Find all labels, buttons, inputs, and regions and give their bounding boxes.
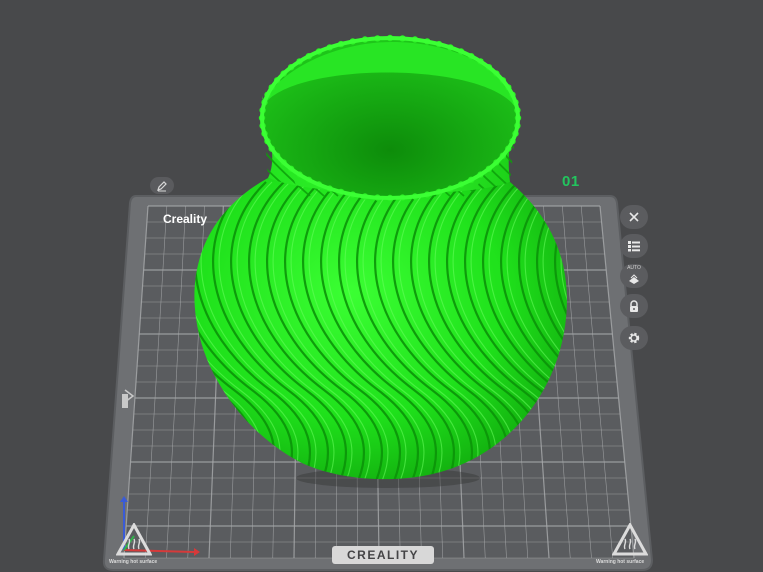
- hot-surface-warning-icon: [115, 521, 153, 556]
- hot-surface-warning-icon: [611, 521, 649, 556]
- warning-text-left: Warning hot surface: [109, 559, 158, 565]
- close-icon: [629, 212, 639, 222]
- object-list-button[interactable]: [620, 234, 648, 258]
- spiral-highlight: [3, 182, 118, 490]
- warning-badge-left: [112, 521, 156, 562]
- lock-button[interactable]: [620, 294, 648, 318]
- lock-icon: [630, 299, 638, 312]
- close-button[interactable]: [620, 205, 648, 229]
- neck-ridge: [180, 130, 240, 196]
- scene-canvas[interactable]: [0, 0, 763, 572]
- plate-brand-top: Creality: [163, 212, 208, 226]
- gear-icon: [628, 332, 640, 344]
- plate-brand-bottom-badge: CREALITY: [332, 546, 434, 564]
- auto-arrange-icon: [629, 273, 639, 284]
- spiral-highlight: [0, 182, 100, 490]
- neck-ridge: [194, 130, 254, 196]
- warning-badge-right: [608, 521, 652, 562]
- plate-number: 01: [562, 173, 580, 190]
- neck-ridge: [530, 130, 590, 196]
- neck-ridge: [166, 130, 226, 196]
- auto-arrange-button[interactable]: AUTO: [620, 264, 648, 288]
- edit-plate-button[interactable]: [150, 177, 174, 194]
- warning-text-right: Warning hot surface: [596, 559, 645, 565]
- pencil-icon: [157, 180, 167, 191]
- spiral-ridge: [0, 182, 94, 490]
- settings-button[interactable]: [620, 326, 648, 350]
- plate-brand-bottom: CREALITY: [347, 548, 419, 562]
- spiral-ridge: [0, 182, 112, 490]
- 3d-viewport[interactable]: Creality 01 AUTO Warning hot surface War…: [0, 0, 763, 572]
- list-icon: [628, 241, 640, 252]
- auto-arrange-label: AUTO: [627, 265, 641, 271]
